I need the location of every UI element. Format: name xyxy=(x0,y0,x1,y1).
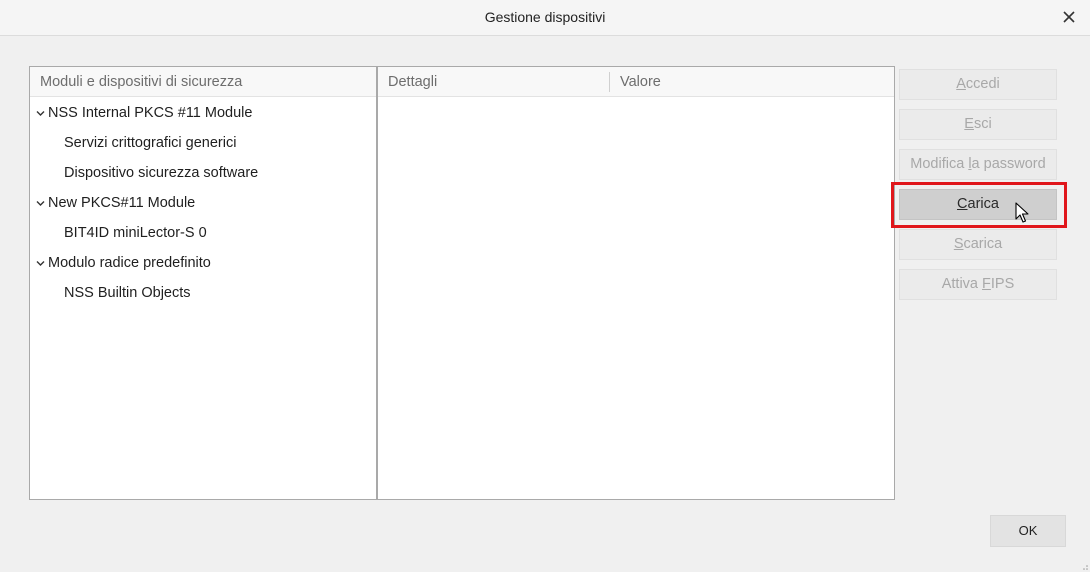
tree-item-label: NSS Internal PKCS #11 Module xyxy=(48,105,253,121)
chevron-down-icon[interactable] xyxy=(36,199,45,208)
mouse-pointer-icon xyxy=(1015,202,1029,223)
details-header-row: Dettagli Valore xyxy=(378,67,894,97)
login-button[interactable]: Accedi xyxy=(899,69,1057,100)
close-icon xyxy=(1063,11,1075,23)
close-button[interactable] xyxy=(1054,4,1084,30)
tree-item-module[interactable]: New PKCS#11 Module xyxy=(30,188,376,218)
resize-grip-icon[interactable] xyxy=(1080,562,1088,570)
chevron-down-icon[interactable] xyxy=(36,109,45,118)
details-panel[interactable]: Dettagli Valore xyxy=(377,66,895,500)
ok-button[interactable]: OK xyxy=(990,515,1066,547)
title-bar: Gestione dispositivi xyxy=(0,0,1090,36)
value-column-header[interactable]: Valore xyxy=(610,67,890,97)
tree-item-label: Modulo radice predefinito xyxy=(48,255,211,271)
tree-item-module[interactable]: NSS Internal PKCS #11 Module xyxy=(30,98,376,128)
tree-item-device[interactable]: Servizi crittografici generici xyxy=(30,128,376,158)
logout-button[interactable]: Esci xyxy=(899,109,1057,140)
tree-item-label: New PKCS#11 Module xyxy=(48,195,196,211)
modules-tree-panel[interactable]: Moduli e dispositivi di sicurezza NSS In… xyxy=(29,66,377,500)
highlight-annotation xyxy=(891,182,1067,228)
tree-item-label: Dispositivo sicurezza software xyxy=(64,165,259,181)
tree-item-device[interactable]: NSS Builtin Objects xyxy=(30,278,376,308)
tree-item-device[interactable]: Dispositivo sicurezza software xyxy=(30,158,376,188)
change-password-button[interactable]: Modifica la password xyxy=(899,149,1057,180)
window-title: Gestione dispositivi xyxy=(484,9,606,25)
tree-item-module[interactable]: Modulo radice predefinito xyxy=(30,248,376,278)
tree-item-device[interactable]: BIT4ID miniLector-S 0 xyxy=(30,218,376,248)
modules-column-header[interactable]: Moduli e dispositivi di sicurezza xyxy=(30,67,376,97)
tree-item-label: Servizi crittografici generici xyxy=(64,135,237,151)
chevron-down-icon[interactable] xyxy=(36,259,45,268)
unload-button[interactable]: Scarica xyxy=(899,229,1057,260)
modules-tree: NSS Internal PKCS #11 Module Servizi cri… xyxy=(30,98,376,308)
tree-item-label: NSS Builtin Objects xyxy=(64,285,191,301)
tree-item-label: BIT4ID miniLector-S 0 xyxy=(64,225,207,241)
details-column-header[interactable]: Dettagli xyxy=(378,67,609,97)
enable-fips-button[interactable]: Attiva FIPS xyxy=(899,269,1057,300)
